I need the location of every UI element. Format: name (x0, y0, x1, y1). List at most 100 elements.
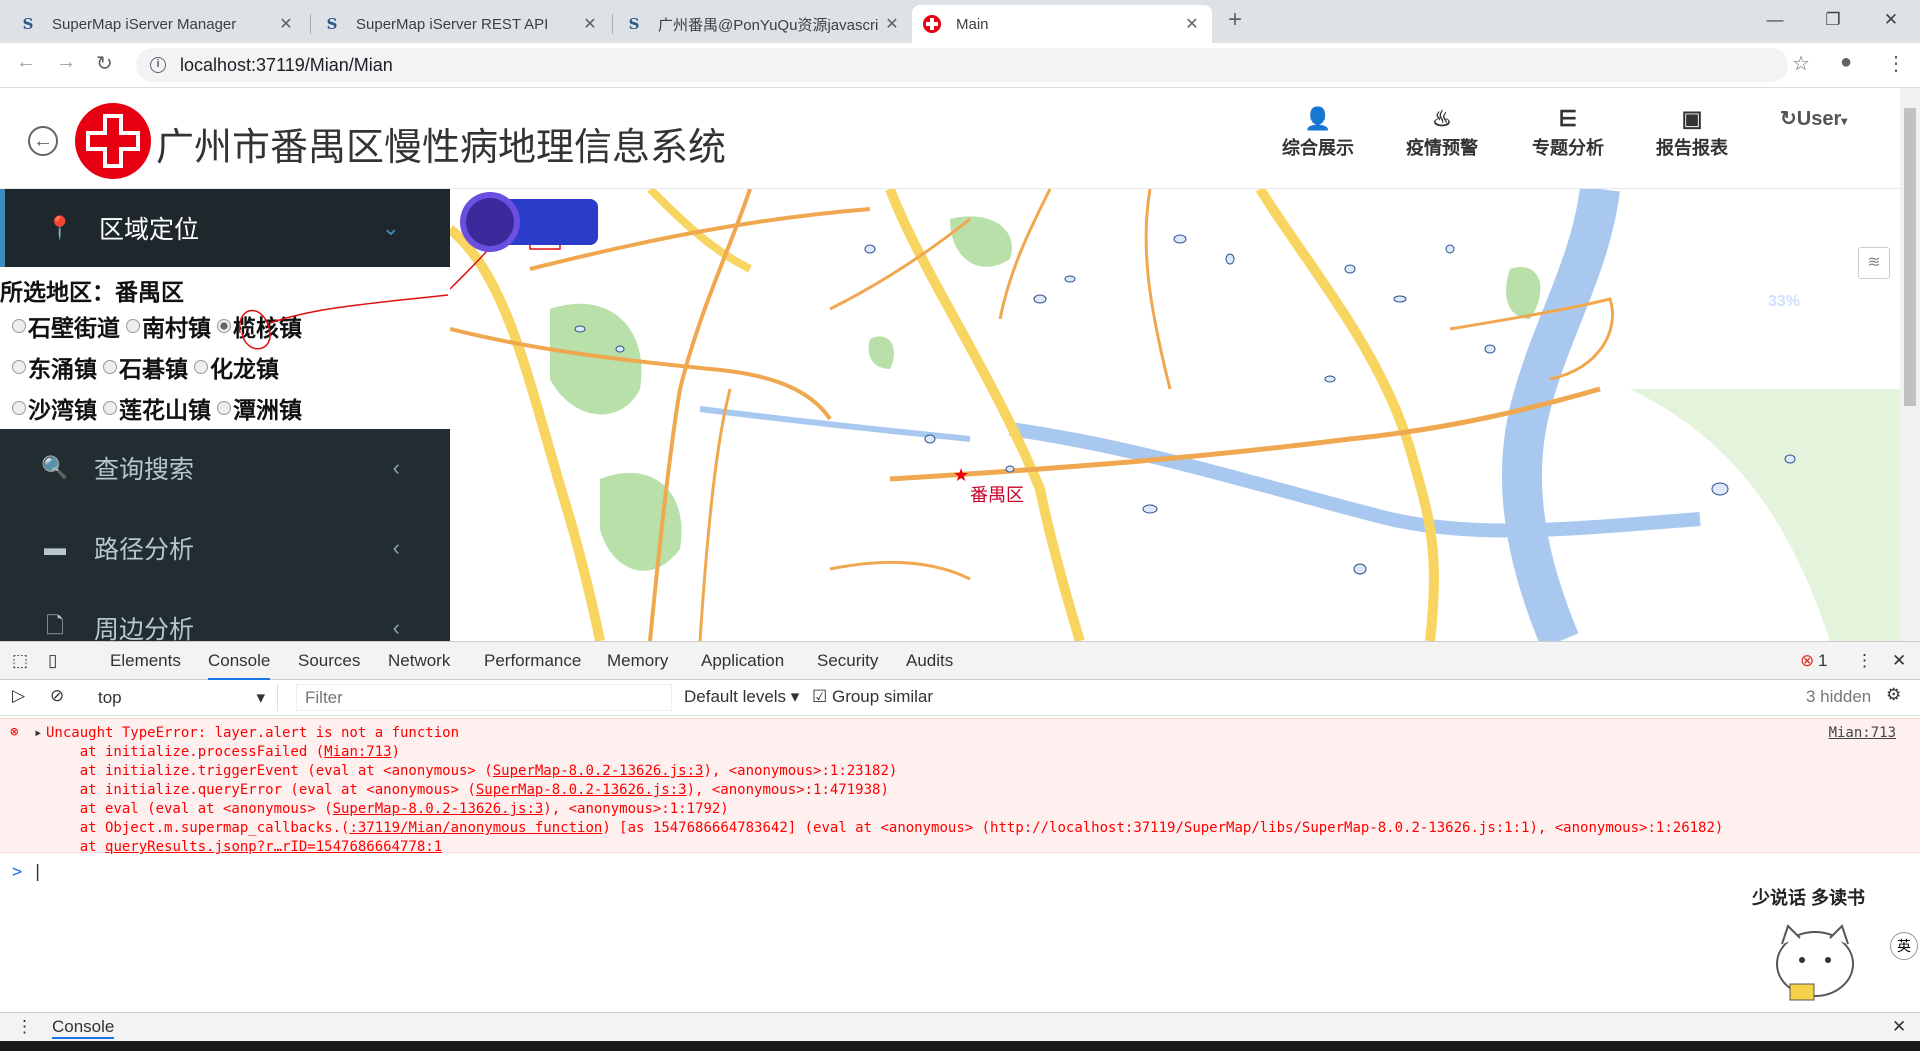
tab-close-icon[interactable]: ✕ (1182, 14, 1202, 34)
expand-triangle-icon[interactable]: ▸ (34, 725, 42, 741)
radio-dot[interactable] (12, 319, 26, 333)
location-star-marker-icon[interactable]: ★ (953, 465, 969, 486)
drawer-tab-console[interactable]: Console (52, 1017, 115, 1039)
radio-dot[interactable] (217, 401, 231, 415)
refresh-icon: ↻ (1780, 108, 1797, 130)
error-text: Uncaught TypeError: layer.alert is not a… (46, 725, 460, 741)
console-error-message: ⊗ ▸ Uncaught TypeError: layer.alert is n… (0, 718, 1920, 855)
stack-frame-link[interactable]: SuperMap-8.0.2-13626.js:3 (493, 763, 704, 779)
stack-frame-link[interactable]: :37119/Mian/anonymous function (349, 820, 602, 836)
radio-dot[interactable] (126, 319, 140, 333)
selected-region-label: 所选地区：番禺区 (0, 279, 184, 305)
town-radio[interactable]: 石壁街道 (12, 309, 120, 343)
red-cross-favicon-icon (922, 14, 942, 34)
browser-tab-3[interactable]: S 广州番禺@PonYuQu资源javascri ✕ (614, 5, 912, 43)
town-radio[interactable]: 潭洲镇 (217, 391, 302, 425)
page-scrollbar-thumb[interactable] (1904, 108, 1916, 406)
tab-console[interactable]: Console (208, 651, 271, 680)
nav-epidemic-warning[interactable]: ♨ 疫情预警 (1392, 106, 1492, 160)
town-radio[interactable]: 东涌镇 (12, 350, 97, 384)
chevron-left-icon: ‹ (392, 455, 400, 480)
radio-dot[interactable] (12, 360, 26, 374)
stack-frame-text: ) (391, 744, 401, 760)
console-prompt[interactable]: > | (12, 862, 43, 882)
browser-tab-1[interactable]: S SuperMap iServer Manager ✕ (8, 5, 306, 43)
menu-kebab-icon[interactable]: ⋮ (1886, 51, 1906, 76)
profile-icon[interactable]: ● (1840, 51, 1852, 74)
nav-thematic-analysis[interactable]: ⋿ 专题分析 (1518, 106, 1618, 160)
error-source-link[interactable]: Mian:713 (1829, 725, 1896, 741)
tab-network[interactable]: Network (388, 651, 450, 671)
nav-reports[interactable]: ▣ 报告报表 (1642, 106, 1742, 160)
error-icon: ⊗ (10, 724, 19, 740)
drawer-menu-icon[interactable]: ⋮ (16, 1017, 33, 1037)
tab-security[interactable]: Security (817, 651, 878, 671)
stack-frame-link[interactable]: SuperMap-8.0.2-13626.js:3 (476, 782, 687, 798)
clear-console-icon[interactable]: ⊘ (50, 686, 64, 706)
devtools-close-icon[interactable]: ✕ (1892, 651, 1906, 671)
user-menu[interactable]: ↻User▾ (1780, 106, 1847, 131)
address-bar[interactable]: i localhost:37119/Mian/Mian (136, 48, 1788, 82)
context-select[interactable]: top ▾ (88, 684, 278, 711)
device-toolbar-icon[interactable]: ▯ (48, 651, 57, 671)
supermap-favicon-icon: S (326, 15, 338, 33)
stack-frame: at queryResults.jsonp?r…rID=154768666477… (46, 839, 442, 855)
tab-close-icon[interactable]: ✕ (882, 14, 902, 34)
stack-frame-link[interactable]: queryResults.jsonp?r…rID=1547686664778:1 (105, 839, 442, 855)
layers-icon[interactable]: ≋ (1858, 247, 1890, 279)
tab-application[interactable]: Application (701, 651, 784, 671)
minimize-icon[interactable]: — (1750, 4, 1800, 36)
supermap-favicon-icon: S (22, 15, 34, 33)
town-radio[interactable]: 南村镇 (126, 309, 211, 343)
radio-dot[interactable] (12, 401, 26, 415)
stack-frame-text: ), <anonymous>:1:471938) (686, 782, 889, 798)
group-similar-checkbox[interactable]: ☑ Group similar (812, 687, 933, 707)
console-settings-gear-icon[interactable]: ⚙ (1886, 685, 1901, 705)
sidebar-item-buffer-analysis[interactable]: 🗋 周边分析 ‹ (0, 589, 450, 641)
town-radio[interactable]: 沙湾镇 (12, 391, 97, 425)
tab-sources[interactable]: Sources (298, 651, 360, 671)
window-close-icon[interactable]: ✕ (1866, 4, 1916, 36)
tab-memory[interactable]: Memory (607, 651, 668, 671)
ime-language-indicator[interactable]: 英 (1890, 932, 1918, 960)
nav-comprehensive[interactable]: 👤 综合展示 (1268, 106, 1368, 160)
red-pen-annotation (239, 294, 449, 350)
inspect-element-icon[interactable]: ⬚ (12, 651, 28, 671)
town-radio[interactable]: 莲花山镇 (103, 391, 211, 425)
star-icon[interactable]: ☆ (1792, 51, 1810, 76)
radio-dot-checked[interactable] (217, 319, 231, 333)
reload-icon[interactable]: ↻ (96, 51, 113, 76)
devtools-menu-icon[interactable]: ⋮ (1856, 651, 1873, 671)
browser-tab-2[interactable]: S SuperMap iServer REST API ✕ (312, 5, 610, 43)
maximize-icon[interactable]: ❐ (1808, 4, 1858, 36)
back-circle-icon[interactable]: ← (28, 126, 58, 156)
sidebar-item-region-location[interactable]: 📍 区域定位 ⌄ (0, 189, 450, 267)
radio-dot[interactable] (194, 360, 208, 374)
stack-frame-link[interactable]: SuperMap-8.0.2-13626.js:3 (333, 801, 544, 817)
tab-close-icon[interactable]: ✕ (580, 14, 600, 34)
back-arrow-icon[interactable]: ← (16, 51, 36, 74)
town-radio[interactable]: 石碁镇 (103, 350, 188, 384)
sidebar-item-search[interactable]: 🔍 查询搜索 ‹ (0, 429, 450, 507)
log-levels-select[interactable]: Default levels ▾ (684, 687, 799, 707)
map-view[interactable]: ★ 番禺区 ≋ 33% 1K/s 0.3K/s (450, 189, 1900, 641)
forward-arrow-icon[interactable]: → (56, 51, 76, 74)
info-icon[interactable]: i (150, 57, 166, 73)
error-count-icon[interactable]: ⊗ (1800, 651, 1814, 671)
stack-frame-text: ), <anonymous>:1:23182) (703, 763, 898, 779)
chart-icon: ⋿ (1558, 106, 1578, 131)
tab-close-icon[interactable]: ✕ (276, 14, 296, 34)
drawer-tabbar: ⋮ Console ✕ (0, 1012, 1920, 1042)
tab-elements[interactable]: Elements (110, 651, 181, 671)
sidebar-item-route-analysis[interactable]: ▬ 路径分析 ‹ (0, 509, 450, 587)
radio-dot[interactable] (103, 401, 117, 415)
browser-tab-main[interactable]: Main ✕ (912, 5, 1212, 43)
tab-audits[interactable]: Audits (906, 651, 953, 671)
stack-frame-link[interactable]: Mian:713 (324, 744, 391, 760)
stack-frame-text: at initialize.triggerEvent (eval at <ano… (46, 763, 493, 779)
tab-performance[interactable]: Performance (484, 651, 581, 671)
console-filter-input[interactable] (296, 684, 672, 711)
radio-dot[interactable] (103, 360, 117, 374)
sidebar-toggle-icon[interactable]: ▷ (12, 686, 25, 706)
new-tab-plus-icon[interactable]: + (1228, 6, 1242, 34)
